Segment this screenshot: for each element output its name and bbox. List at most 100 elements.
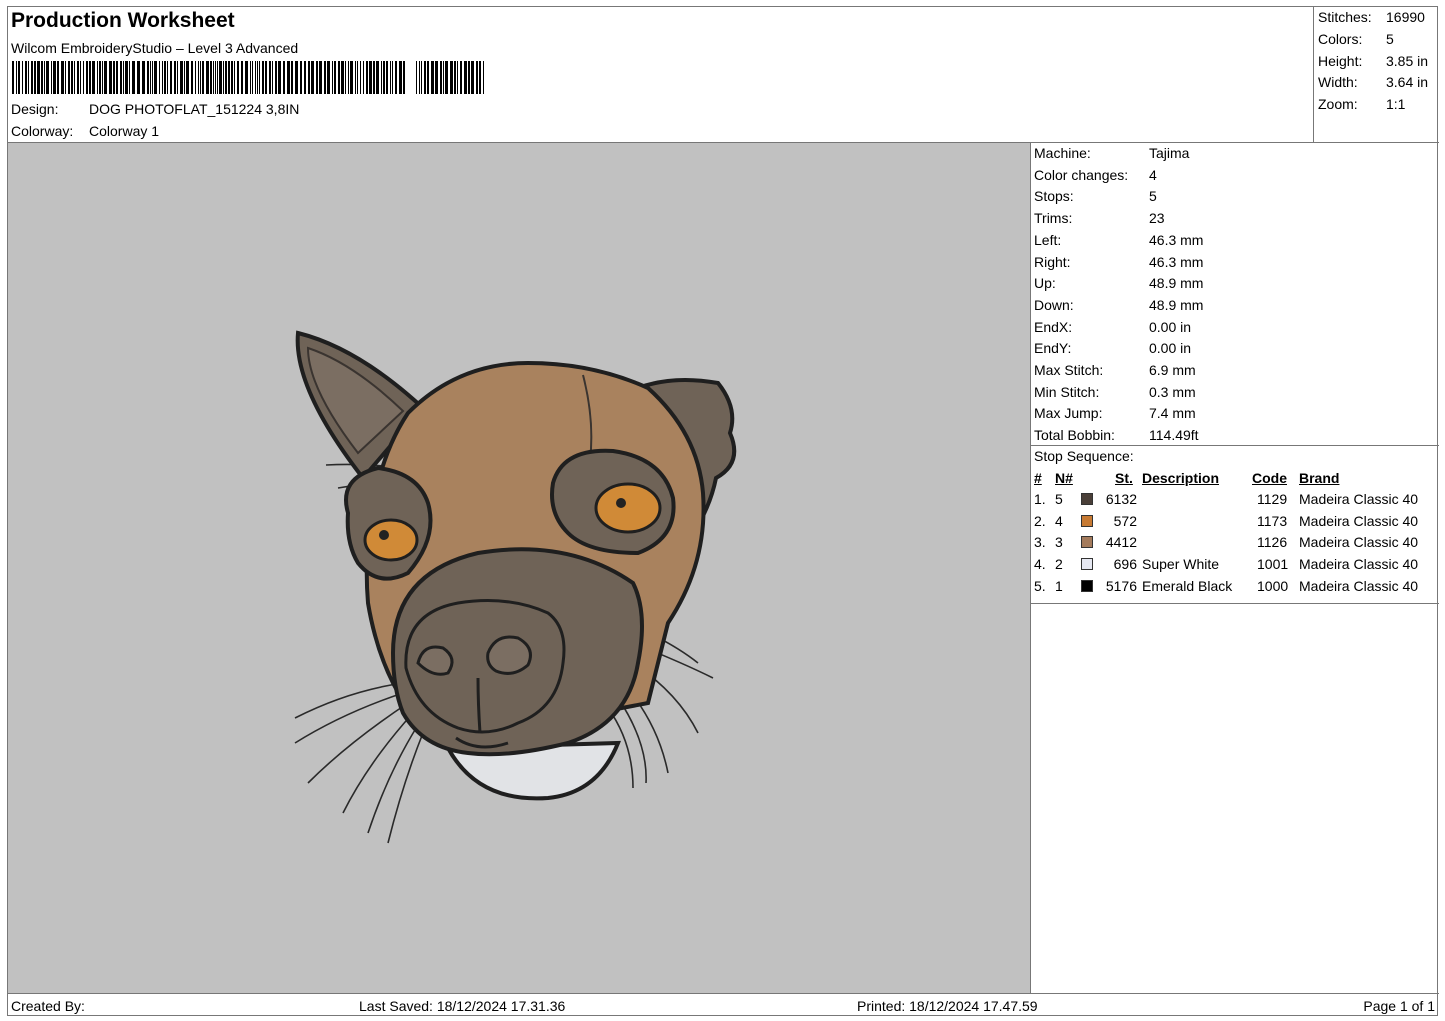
barcode-bar — [31, 61, 33, 94]
barcode-bar — [357, 61, 358, 94]
barcode-bar — [363, 61, 364, 94]
info-value: 46.3 mm — [1149, 231, 1204, 248]
barcode-bar — [137, 61, 140, 94]
barcode-bar — [373, 61, 375, 94]
barcode-bar — [34, 61, 36, 94]
colorway-value: Colorway 1 — [89, 123, 160, 139]
barcode-bar — [113, 61, 115, 94]
barcode-bar — [287, 61, 290, 94]
barcode-bar — [51, 61, 52, 94]
barcode-bar — [170, 61, 172, 94]
col-header-st: St. — [1115, 470, 1133, 486]
barcode-bar — [125, 61, 128, 94]
barcode-bar — [332, 61, 333, 94]
col-header-n: N# — [1055, 470, 1073, 486]
barcode-bar — [338, 61, 340, 94]
barcode-bar — [252, 61, 253, 94]
software-name: Wilcom EmbroideryStudio – Level 3 Advanc… — [11, 40, 299, 56]
stop-row-stitches: 6132 — [1105, 491, 1137, 507]
barcode-bar — [431, 61, 434, 94]
info-label: EndX: — [1034, 318, 1073, 335]
info-label: EndY: — [1034, 340, 1072, 357]
barcode-bar — [275, 61, 277, 94]
info-row: Stops: 5 — [1034, 188, 1157, 204]
info-value: Tajima — [1149, 145, 1190, 161]
barcode-bar — [390, 61, 391, 94]
info-label: Machine: — [1034, 145, 1091, 161]
barcode-bar — [46, 61, 49, 94]
info-value: 6.9 mm — [1149, 362, 1196, 378]
barcode-bar — [245, 61, 248, 94]
dog-embroidery-design — [294, 330, 737, 844]
barcode-bar — [65, 61, 66, 94]
info-value: 4 — [1149, 166, 1157, 183]
stop-row-needle: 2 — [1055, 556, 1063, 573]
info-label: Color changes: — [1034, 166, 1129, 183]
thread-color-swatch — [1081, 558, 1093, 571]
barcode-bar — [262, 61, 264, 94]
barcode-bar — [16, 61, 17, 94]
barcode-bar — [123, 61, 124, 94]
barcode-bar — [159, 61, 160, 94]
info-row: Min Stitch: 0.3 mm — [1034, 384, 1196, 400]
barcode-bar — [435, 61, 438, 94]
machine-info-panel: Machine: Tajima Color changes: 4 Stops: 5 Trim… — [1031, 143, 1439, 993]
barcode-bar — [180, 61, 183, 94]
design-row: Design: DOG PHOTOFLAT_151224 3,8IN — [11, 101, 299, 117]
stop-row-description: Super White — [1142, 556, 1220, 573]
info-value: 0.00 in — [1149, 318, 1192, 335]
barcode-bar — [471, 61, 474, 94]
left-eye — [363, 518, 419, 562]
info-label: Trims: — [1034, 210, 1073, 227]
barcode-bar — [61, 61, 64, 94]
stop-row-code: 1000 — [1257, 577, 1289, 594]
barcode-bar — [28, 61, 29, 94]
info-row: Up: 48.9 mm — [1034, 275, 1203, 291]
barcode-bar — [162, 61, 163, 94]
barcode-bar — [237, 61, 239, 94]
barcode-bar — [300, 61, 302, 94]
stop-row-stitches: 696 — [1113, 556, 1137, 573]
info-row: Left: 46.3 mm — [1034, 232, 1203, 248]
info-value: 5 — [1149, 188, 1157, 205]
page-title: Production Worksheet — [11, 9, 235, 32]
barcode-bar — [450, 61, 453, 94]
barcode-bar — [152, 61, 153, 94]
barcode-bar — [311, 61, 314, 94]
barcode-bar — [334, 61, 336, 94]
info-value: 23 — [1149, 210, 1165, 227]
barcode-bar — [381, 61, 382, 94]
barcode-bar — [213, 61, 214, 94]
barcode-bar — [219, 61, 222, 94]
stop-row-code: 1001 — [1257, 556, 1289, 573]
stop-row-brand: Madeira Classic 40 — [1299, 491, 1419, 507]
right-eye — [594, 482, 662, 534]
barcode-bar — [257, 61, 258, 94]
barcode-bar — [129, 61, 130, 94]
barcode-bar — [97, 61, 98, 94]
barcode-bar — [41, 61, 43, 94]
barcode-bar — [319, 61, 322, 94]
barcode-bar — [37, 61, 40, 94]
stop-row-num: 2. — [1034, 512, 1046, 529]
barcode-bar — [345, 61, 346, 94]
barcode-bar — [184, 61, 185, 94]
worksheet-header: Production Worksheet Wilcom EmbroiderySt… — [8, 7, 1314, 143]
stop-row-brand: Madeira Classic 40 — [1299, 577, 1419, 594]
right-nostril — [486, 635, 532, 675]
barcode-bar — [44, 61, 45, 94]
stop-row-num: 1. — [1034, 491, 1046, 507]
barcode-bar — [102, 61, 103, 94]
stop-row-stitches: 5176 — [1105, 577, 1137, 594]
barcode-bar — [440, 61, 442, 94]
stop-sequence-title: Stop Sequence: — [1034, 448, 1134, 464]
barcode-bar — [198, 61, 199, 94]
stop-row-code: 1129 — [1257, 491, 1288, 507]
barcode-bar — [316, 61, 318, 94]
barcode-bar — [350, 61, 353, 94]
created-by: Created By: — [11, 998, 85, 1014]
barcode-bar — [295, 61, 298, 94]
barcode-bar — [215, 61, 216, 94]
colorway-label: Colorway: — [11, 123, 74, 139]
stop-row-num: 3. — [1034, 534, 1046, 551]
